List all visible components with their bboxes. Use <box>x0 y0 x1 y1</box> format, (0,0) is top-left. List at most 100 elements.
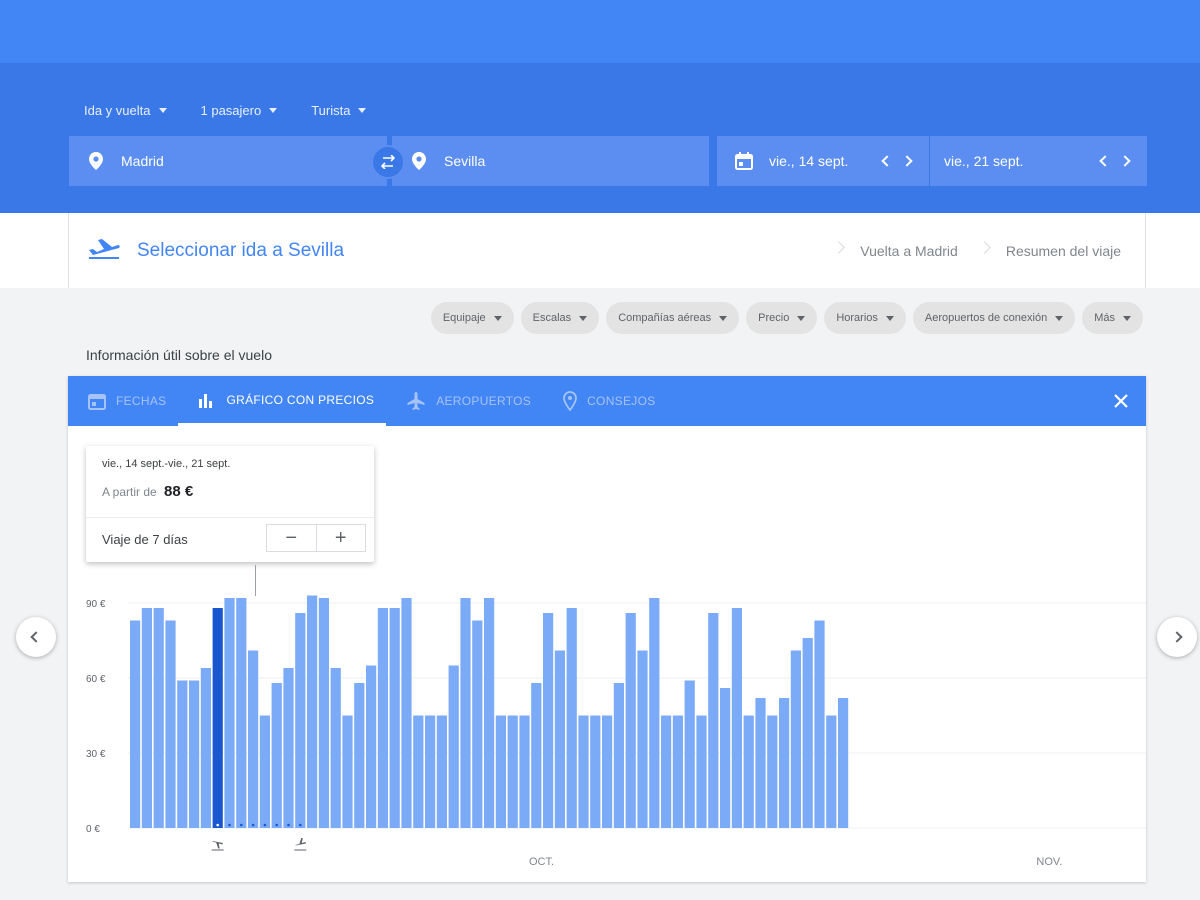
bar[interactable] <box>779 698 790 828</box>
filter-chip-luggage[interactable]: Equipaje <box>430 302 514 334</box>
bar[interactable] <box>295 613 306 828</box>
filter-chip-airlines[interactable]: Compañías aéreas <box>606 302 740 334</box>
bar[interactable] <box>248 650 259 829</box>
bar[interactable] <box>283 668 294 828</box>
filter-chip-label: Escalas <box>532 312 572 324</box>
passengers-select[interactable]: 1 pasajero <box>201 103 278 118</box>
bar[interactable] <box>153 608 164 828</box>
bar[interactable] <box>236 598 247 828</box>
bar[interactable] <box>259 715 270 829</box>
bar[interactable] <box>519 715 530 829</box>
bar[interactable] <box>200 668 211 828</box>
bar[interactable] <box>672 715 683 829</box>
bar[interactable] <box>495 715 506 829</box>
trip-span-dot <box>263 823 267 827</box>
tooltip-divider <box>86 517 374 518</box>
origin-field[interactable]: Madrid <box>69 136 387 186</box>
bar[interactable] <box>354 683 365 828</box>
bar[interactable] <box>613 683 624 828</box>
bar[interactable] <box>507 715 518 829</box>
bar[interactable] <box>330 668 341 828</box>
chevron-down-icon <box>269 108 278 113</box>
chevron-down-icon <box>1123 315 1131 321</box>
bar[interactable] <box>708 613 719 828</box>
bar[interactable] <box>696 715 707 829</box>
y-tick-label: 30 € <box>86 749 106 760</box>
cabin-select[interactable]: Turista <box>311 103 367 118</box>
filter-chip-stops[interactable]: Escalas <box>520 302 600 334</box>
swap-button[interactable] <box>371 145 405 179</box>
bar[interactable] <box>637 650 648 829</box>
filter-chip-more[interactable]: Más <box>1082 302 1143 334</box>
bar[interactable] <box>342 715 353 829</box>
bar[interactable] <box>401 598 412 828</box>
bar[interactable] <box>141 608 152 828</box>
filter-chip-times[interactable]: Horarios <box>824 302 906 334</box>
return-step-link[interactable]: Vuelta a Madrid <box>836 213 982 288</box>
bar[interactable] <box>755 698 766 828</box>
bar[interactable] <box>566 608 577 828</box>
depart-date-field[interactable]: vie., 14 sept. <box>717 136 930 186</box>
bar[interactable] <box>271 683 282 828</box>
chevron-down-icon <box>797 315 806 321</box>
bar[interactable] <box>543 613 554 828</box>
return-marker-icon <box>295 838 306 846</box>
chevron-right-icon[interactable] <box>901 155 913 167</box>
bar[interactable] <box>448 665 459 829</box>
chevron-left-icon[interactable] <box>1099 155 1111 167</box>
bar[interactable] <box>602 715 613 829</box>
increase-button[interactable]: + <box>315 525 366 551</box>
bar[interactable] <box>165 620 176 829</box>
filter-chip-connecting-airports[interactable]: Aeropuertos de conexión <box>912 302 1076 334</box>
bar[interactable] <box>413 715 424 829</box>
bar[interactable] <box>767 715 778 829</box>
bar[interactable] <box>177 680 188 829</box>
chevron-down-icon <box>1055 315 1064 321</box>
trip-type-select[interactable]: Ida y vuelta <box>84 103 167 118</box>
bar[interactable] <box>649 598 660 828</box>
bar[interactable] <box>307 595 318 829</box>
bar[interactable] <box>531 683 542 828</box>
step-links: Vuelta a Madrid Resumen del viaje <box>836 213 1145 288</box>
bar[interactable] <box>802 638 813 828</box>
price-tooltip: vie., 14 sept.-vie., 21 sept. A partir d… <box>86 446 374 562</box>
bar[interactable] <box>731 608 742 828</box>
bar[interactable] <box>684 680 695 829</box>
bar[interactable] <box>189 680 200 829</box>
bar[interactable] <box>814 620 825 829</box>
bar[interactable] <box>625 613 636 828</box>
chevron-right-icon[interactable] <box>1119 155 1131 167</box>
filter-chip-price[interactable]: Precio <box>746 302 818 334</box>
bar[interactable] <box>578 715 589 829</box>
bar[interactable] <box>554 650 565 829</box>
bar[interactable] <box>590 715 601 829</box>
menu-icon[interactable]: › <box>0 24 1 40</box>
return-date-field[interactable]: vie., 21 sept. <box>930 136 1147 186</box>
bar[interactable] <box>826 715 837 829</box>
bar[interactable] <box>790 650 801 829</box>
chart-prev-button[interactable] <box>16 617 56 657</box>
summary-step-link[interactable]: Resumen del viaje <box>982 213 1145 288</box>
bar[interactable] <box>377 608 388 828</box>
trip-span-dot <box>275 823 278 827</box>
bar[interactable] <box>743 715 754 829</box>
bar[interactable] <box>224 598 235 828</box>
bar[interactable] <box>484 598 495 828</box>
bar[interactable] <box>436 715 447 829</box>
bar[interactable] <box>130 620 141 829</box>
bar[interactable] <box>366 665 377 829</box>
decrease-button[interactable]: − <box>267 525 316 551</box>
chart-next-button[interactable] <box>1157 617 1197 657</box>
bar[interactable] <box>460 598 471 828</box>
destination-field[interactable]: Sevilla <box>392 136 709 186</box>
bar[interactable] <box>318 598 329 828</box>
bar[interactable] <box>425 715 436 829</box>
bar[interactable] <box>661 715 672 829</box>
bar[interactable] <box>472 620 483 829</box>
bar[interactable] <box>838 698 849 828</box>
bar-selected[interactable] <box>212 608 223 828</box>
month-label: OCT. <box>529 856 554 868</box>
bar[interactable] <box>389 608 400 828</box>
bar[interactable] <box>720 688 731 828</box>
chevron-left-icon[interactable] <box>881 155 893 167</box>
